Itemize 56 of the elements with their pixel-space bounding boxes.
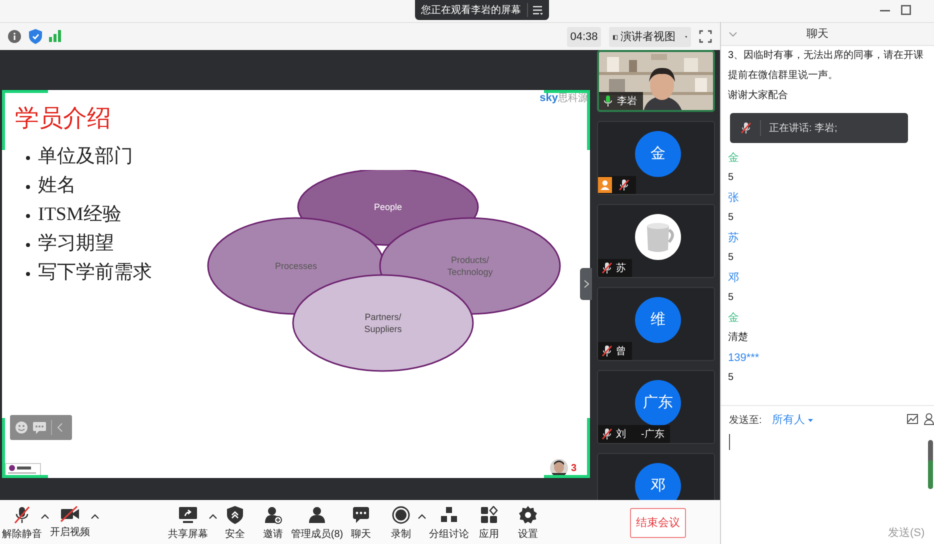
participant-name: 李岩: [617, 94, 637, 108]
avatar: 维: [635, 297, 681, 343]
toolbar-button[interactable]: 分组讨论: [427, 506, 471, 540]
toolbar-button[interactable]: 录制: [385, 506, 417, 540]
participant-name: 刘: [616, 428, 626, 442]
bullet-text: 单位及部门: [38, 145, 133, 170]
send-to-label: 发送至:: [729, 414, 762, 428]
chat-message: 清楚: [728, 330, 748, 345]
end-meeting-button[interactable]: 结束会议: [630, 508, 686, 538]
view-mode-button[interactable]: 演讲者视图: [609, 27, 691, 47]
participant-name: 苏: [616, 262, 626, 276]
chat-message: 3、因临时有事，无法出席的同事，请在开课: [728, 48, 924, 63]
slide-title: 学员介绍: [15, 105, 111, 134]
toolbar-button[interactable]: 共享屏幕: [168, 506, 208, 540]
toolbar-button[interactable]: 应用: [473, 506, 505, 540]
speaking-text: 正在讲话: 李岩;: [769, 122, 838, 136]
toolbar-button[interactable]: 解除静音: [4, 506, 40, 540]
meeting-timer: 04:38: [567, 27, 601, 47]
toolbar-button[interactable]: 聊天: [345, 506, 377, 540]
bullet-text: 学习期望: [38, 232, 114, 256]
chat-sender: 金: [728, 151, 739, 166]
chat-message: 5: [728, 251, 734, 265]
venn-label: Partners/ Suppliers: [363, 311, 403, 335]
chat-message: 5: [728, 291, 734, 305]
avatar: 广东: [635, 380, 681, 426]
viewer-count: 3: [571, 464, 577, 474]
toolbar-button[interactable]: 管理成员(8): [289, 506, 345, 540]
chat-message: 谢谢大家配合: [728, 88, 788, 103]
chat-sender: 邓: [728, 271, 739, 286]
recipient-dropdown[interactable]: 所有人: [772, 412, 813, 428]
chat-message: 5: [728, 171, 734, 185]
participant-name: 曾: [616, 344, 626, 358]
bullet-text: 写下学前需求: [38, 261, 152, 286]
chat-sender: 张: [728, 191, 739, 206]
bullet-text: ITSM经验: [38, 203, 122, 228]
avatar: 金: [635, 131, 681, 177]
chat-sender: 金: [728, 311, 739, 326]
toolbar-button[interactable]: 设置: [512, 506, 544, 540]
avatar: 邓: [635, 463, 681, 500]
chat-message: 5: [728, 371, 734, 385]
chat-sender: 139***: [728, 351, 760, 366]
toolbar-button[interactable]: 开启视频: [50, 506, 90, 538]
toolbar-button[interactable]: 邀请: [257, 506, 289, 540]
venn-label: People: [372, 201, 404, 213]
chat-message: 提前在微信群里说一声。: [728, 68, 838, 83]
bullet-text: 姓名: [38, 174, 76, 198]
venn-label: Processes: [274, 260, 318, 272]
logo-text: 思科源: [558, 94, 588, 104]
venn-label: Products/ Technology: [446, 254, 494, 278]
chat-message: 5: [728, 211, 734, 225]
banner-text: 您正在观看李岩的屏幕: [420, 4, 522, 18]
chat-sender: 苏: [728, 231, 739, 246]
participant-name: -广东: [641, 428, 664, 442]
toolbar-button[interactable]: 安全: [219, 506, 251, 540]
chat-title: 聊天: [806, 26, 828, 42]
logo-text: sky: [540, 93, 558, 104]
